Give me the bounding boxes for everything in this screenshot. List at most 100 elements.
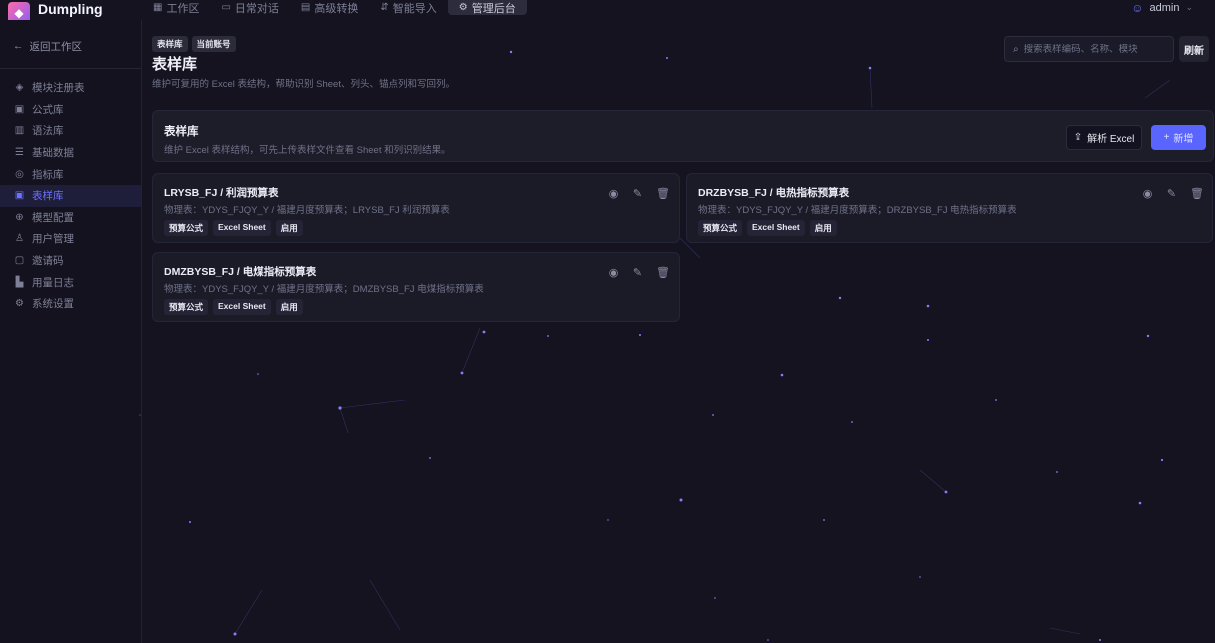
sidebar-divider [0,68,141,69]
nav-item-label: 管理后台 [471,2,516,15]
top-navbar: ◆ Dumpling ▦ 工作区 ▭ 日常对话 ▤ 高级转换 ⇵ 智能导入 ⚙ … [0,0,1215,20]
page-description: 维护可复用的 Excel 表结构，帮助识别 Sheet、列头、锚点列和写回列。 [152,79,455,90]
refresh-button[interactable]: 刷新 [1179,36,1209,62]
tag: 启用 [275,220,303,236]
breadcrumb-item[interactable]: 表样库 [152,36,188,52]
chevron-down-icon: ⌄ [1185,2,1193,12]
tag: Excel Sheet [213,299,271,315]
formula-icon: ▣ [14,103,25,115]
tag: 预算公式 [164,299,209,315]
eye-icon[interactable]: ◉ [1142,187,1153,200]
settings-icon: ⚙ [15,298,24,310]
trash-icon[interactable]: 🗑 [1190,187,1204,200]
template-card[interactable]: DMZBYSB_FJ / 电煤指标预算表 物理表：YDYS_FJQY_Y / 福… [152,252,680,322]
chat-icon: ▭ [221,2,231,13]
upload-icon: ⇪ [1073,132,1083,143]
trash-icon[interactable]: 🗑 [656,266,670,279]
sidebar-item-settings[interactable]: ⚙ 系统设置 [0,293,141,315]
pencil-icon[interactable]: ✎ [1166,187,1177,200]
table-icon: ▣ [14,190,25,202]
breadcrumb: 表样库 当前账号 [152,36,236,52]
sidebar-item-users[interactable]: ♙ 用户管理 [0,228,141,250]
import-icon: ⇵ [380,2,389,13]
add-button[interactable]: + 新增 [1151,125,1206,150]
database-icon: ☰ [15,147,24,159]
tag: 启用 [809,220,837,236]
tag: 预算公式 [698,220,743,236]
pencil-icon[interactable]: ✎ [632,266,643,279]
section-title: 表样库 [164,126,199,138]
card-description: 物理表：YDYS_FJQY_Y / 福建月度预算表；LRYSB_FJ 利润预算表 [164,205,450,216]
sidebar-item-model-config[interactable]: ⊕ 模型配置 [0,207,141,229]
sidebar-item-label: 表样库 [32,190,64,203]
sidebar-item-base-data[interactable]: ☰ 基础数据 [0,142,141,164]
card-description: 物理表：YDYS_FJQY_Y / 福建月度预算表；DMZBYSB_FJ 电煤指… [164,284,484,295]
nav-item-label: 智能导入 [392,2,437,15]
card-tags: 预算公式 Excel Sheet 启用 [164,299,303,315]
layers-icon: ◈ [15,82,24,94]
tag: 预算公式 [164,220,209,236]
tag: 启用 [275,299,303,315]
eye-icon[interactable]: ◉ [608,187,619,200]
sidebar-item-label: 基础数据 [32,147,74,160]
back-link-label: 返回工作区 [29,40,83,53]
template-card[interactable]: LRYSB_FJ / 利润预算表 物理表：YDYS_FJQY_Y / 福建月度预… [152,173,680,243]
sidebar-item-grammar[interactable]: ▥ 语法库 [0,120,141,142]
sidebar: ← 返回工作区 ◈ 模块注册表 ▣ 公式库 ▥ 语法库 ☰ 基础数据 ◎ 指标库… [0,20,142,643]
parse-excel-button[interactable]: ⇪ 解析 Excel [1066,125,1142,150]
sidebar-item-table-templates[interactable]: ▣ 表样库 [0,184,141,207]
arrow-left-icon: ← [13,40,24,52]
breadcrumb-item[interactable]: 当前账号 [191,36,236,52]
grid-icon: ▦ [153,2,163,13]
sidebar-item-label: 语法库 [32,125,64,138]
card-description: 物理表：YDYS_FJQY_Y / 福建月度预算表；DRZBYSB_FJ 电热指… [698,205,1017,216]
brand[interactable]: ◆ Dumpling [0,0,142,20]
section-description: 维护 Excel 表样结构，可先上传表样文件查看 Sheet 和列识别结果。 [164,145,451,156]
nav-item-admin[interactable]: ⚙ 管理后台 [447,0,527,15]
sidebar-item-invite-codes[interactable]: ▢ 邀请码 [0,250,141,272]
user-name: admin [1149,1,1180,14]
sidebar-item-usage-logs[interactable]: ▙ 用量日志 [0,271,141,293]
nav-item-workspace[interactable]: ▦ 工作区 [142,0,210,15]
add-label: 新增 [1173,134,1194,145]
gear-icon: ⚙ [458,2,468,13]
sidebar-item-label: 用量日志 [32,276,74,289]
card-actions: ◉ ✎ 🗑 [608,266,670,279]
users-icon: ♙ [15,233,24,245]
card-tags: 预算公式 Excel Sheet 启用 [164,220,303,236]
back-to-workspace-link[interactable]: ← 返回工作区 [0,38,141,54]
sidebar-item-modules[interactable]: ◈ 模块注册表 [0,77,141,99]
brand-name: Dumpling [38,1,103,17]
card-title: DRZBYSB_FJ / 电热指标预算表 [698,187,850,199]
nav-item-convert[interactable]: ▤ 高级转换 [290,0,369,15]
template-card[interactable]: DRZBYSB_FJ / 电热指标预算表 物理表：YDYS_FJQY_Y / 福… [686,173,1213,243]
eye-icon[interactable]: ◉ [608,266,619,279]
main-content: 表样库 当前账号 表样库 维护可复用的 Excel 表结构，帮助识别 Sheet… [142,20,1215,643]
sidebar-item-label: 公式库 [32,103,64,116]
tag: Excel Sheet [747,220,805,236]
search-box: ⌕ [1004,36,1174,62]
card-title: DMZBYSB_FJ / 电煤指标预算表 [164,266,317,278]
card-actions: ◉ ✎ 🗑 [1142,187,1204,200]
card-actions: ◉ ✎ 🗑 [608,187,670,200]
parse-excel-label: 解析 Excel [1087,134,1135,145]
nav-item-import[interactable]: ⇵ 智能导入 [369,0,447,15]
sidebar-menu: ◈ 模块注册表 ▣ 公式库 ▥ 语法库 ☰ 基础数据 ◎ 指标库 ▣ 表样库 ⊕… [0,77,141,315]
sidebar-item-label: 邀请码 [32,255,64,268]
chart-icon: ▙ [15,276,24,288]
sidebar-item-label: 用户管理 [32,233,74,246]
section-panel: 表样库 维护 Excel 表样结构，可先上传表样文件查看 Sheet 和列识别结… [152,110,1214,162]
search-input[interactable] [1023,43,1164,55]
nav-item-chat[interactable]: ▭ 日常对话 [210,0,289,15]
tag: Excel Sheet [213,220,271,236]
user-icon: ☺ [1131,0,1144,15]
card-tags: 预算公式 Excel Sheet 启用 [698,220,837,236]
trash-icon[interactable]: 🗑 [656,187,670,200]
pencil-icon[interactable]: ✎ [632,187,643,200]
user-menu[interactable]: ☺ admin ⌄ [1131,0,1193,15]
sidebar-item-formulas[interactable]: ▣ 公式库 [0,99,141,121]
main-nav: ▦ 工作区 ▭ 日常对话 ▤ 高级转换 ⇵ 智能导入 ⚙ 管理后台 [142,0,527,20]
sidebar-item-label: 模型配置 [32,211,74,224]
sidebar-item-label: 模块注册表 [32,82,85,95]
sidebar-item-indicators[interactable]: ◎ 指标库 [0,163,141,185]
